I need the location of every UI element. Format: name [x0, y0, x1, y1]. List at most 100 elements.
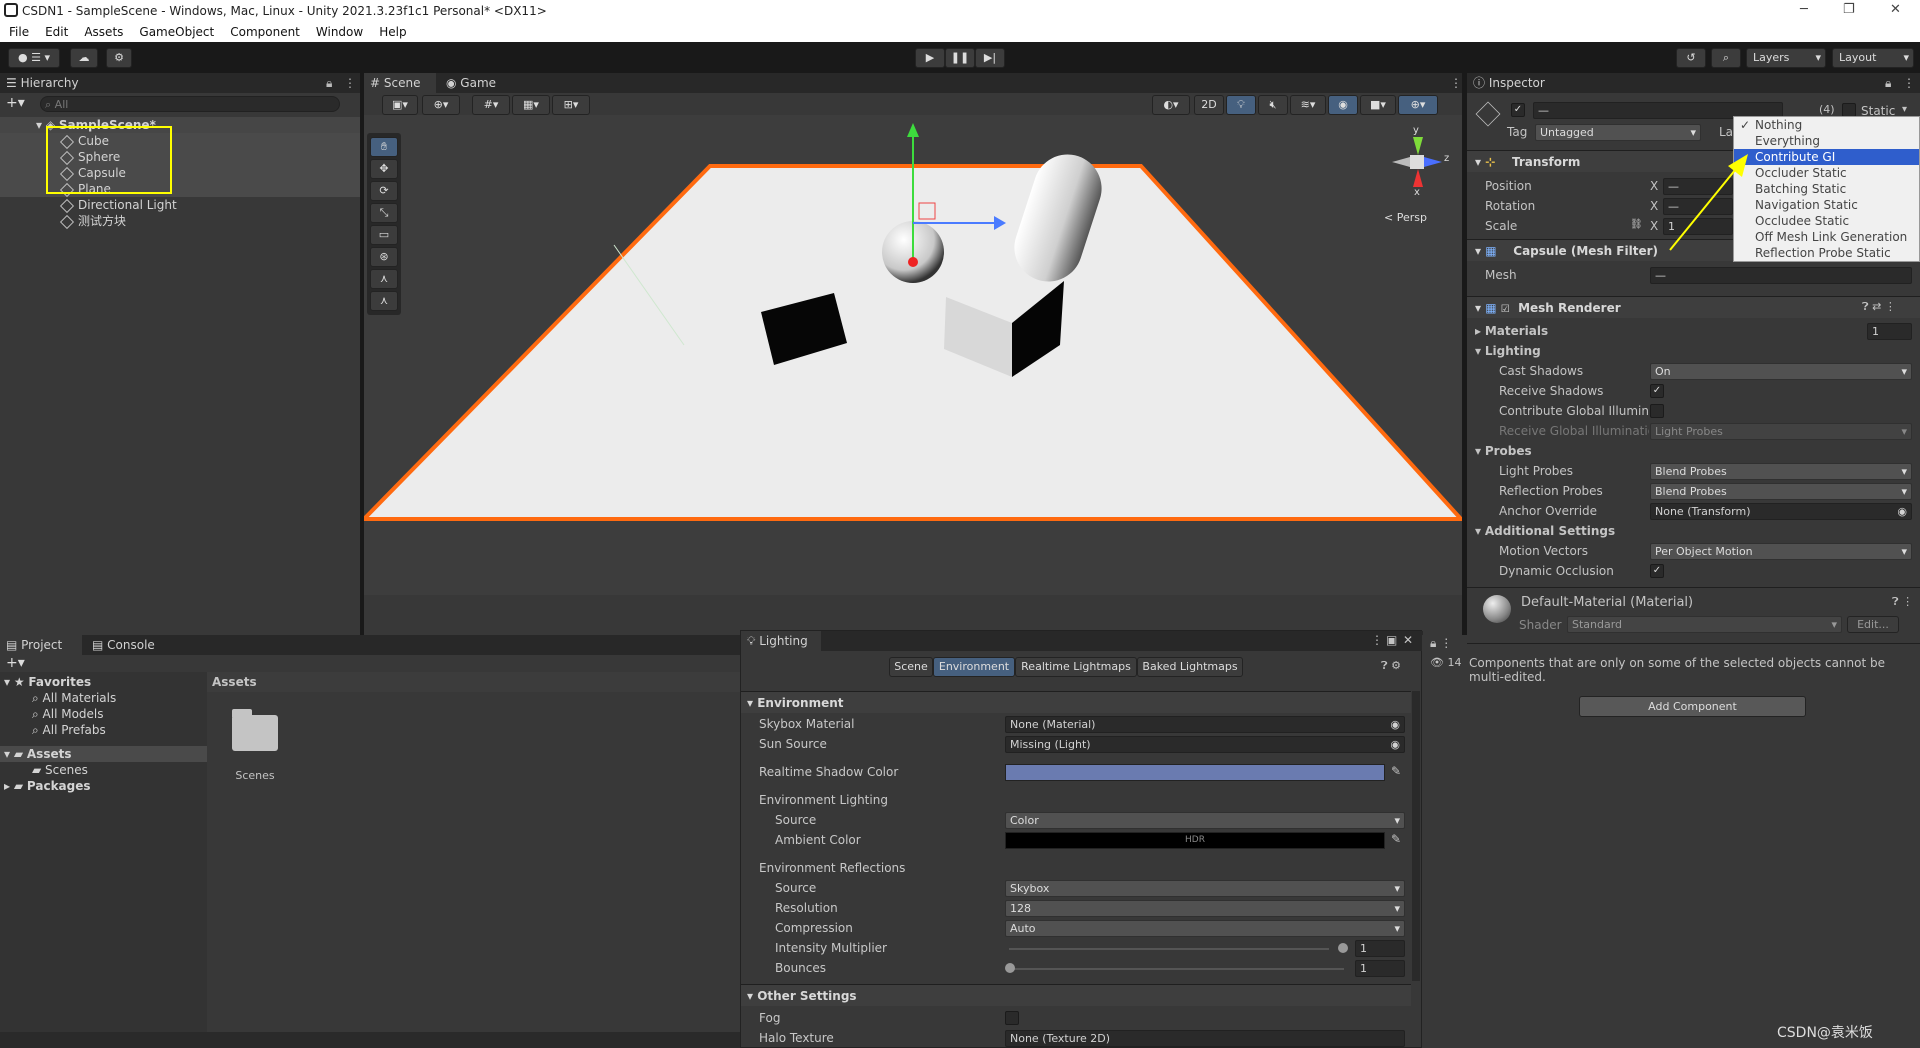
- grid-icon[interactable]: ▦▾: [512, 95, 550, 115]
- edit-shader-button[interactable]: Edit...: [1847, 616, 1899, 633]
- intensity-field[interactable]: 1: [1355, 940, 1405, 957]
- scale-tool-icon[interactable]: ⤡: [370, 203, 398, 223]
- layout-dropdown[interactable]: Layout ▾: [1832, 48, 1914, 68]
- contribute-gi-checkbox[interactable]: [1650, 404, 1664, 418]
- add-icon[interactable]: +▾: [6, 95, 25, 111]
- hier-item-test-cube[interactable]: 测试方块: [0, 213, 360, 229]
- history-icon[interactable]: ↺: [1676, 48, 1706, 68]
- lighting-toggle-icon[interactable]: 💡︎: [1226, 95, 1256, 115]
- lighting-tab-environment[interactable]: Environment: [933, 657, 1015, 677]
- gizmo-toggle-icon[interactable]: ▣▾: [382, 95, 418, 115]
- materials-foldout[interactable]: ▸ Materials: [1475, 321, 1548, 341]
- folder-icon[interactable]: [232, 715, 278, 751]
- additional-settings-foldout[interactable]: ▾ Additional Settings: [1475, 521, 1615, 541]
- fog-checkbox[interactable]: [1005, 1011, 1019, 1025]
- probes-foldout[interactable]: ▾ Probes: [1475, 441, 1532, 461]
- tab-console[interactable]: ▤ Console: [86, 635, 166, 655]
- scene-viewport[interactable]: ✋︎ ✥ ⟳ ⤡ ▭ ⊛ ⋏ ⋏ y z x < Persp: [364, 115, 1462, 595]
- resolution-dropdown[interactable]: 128 ▾: [1005, 900, 1405, 917]
- intensity-slider-track[interactable]: [1009, 948, 1329, 950]
- bounces-slider-thumb[interactable]: [1005, 963, 1015, 973]
- more-icon[interactable]: ⋮: [1371, 633, 1383, 647]
- bounces-field[interactable]: 1: [1355, 960, 1405, 977]
- static-checkbox[interactable]: [1842, 103, 1856, 117]
- shadow-color-swatch[interactable]: [1005, 764, 1385, 781]
- visibility-icon[interactable]: ◉: [1328, 95, 1358, 115]
- step-button[interactable]: ▶|: [975, 48, 1005, 68]
- static-option-everything[interactable]: Everything: [1734, 133, 1919, 149]
- close-icon[interactable]: ✕: [1890, 2, 1901, 17]
- lock-icon[interactable]: 🔒︎: [1885, 76, 1891, 91]
- help-icon[interactable]: ❓︎ ⇄ ⋮: [1862, 300, 1896, 314]
- tag-dropdown[interactable]: Untagged ▾: [1535, 124, 1701, 141]
- static-option-occludee[interactable]: Occludee Static: [1734, 213, 1919, 229]
- static-option-nothing[interactable]: ✓ Nothing: [1734, 117, 1919, 133]
- pause-button[interactable]: ❚❚: [945, 48, 975, 68]
- hand-tool-icon[interactable]: ✋︎: [370, 137, 398, 157]
- account-button[interactable]: ● ☰ ▾: [8, 48, 60, 68]
- shader-dropdown[interactable]: Standard ▾: [1567, 616, 1842, 633]
- lighting-tab-scene[interactable]: Scene: [889, 657, 933, 677]
- audio-toggle-icon[interactable]: 🔇︎: [1258, 95, 1288, 115]
- environment-header[interactable]: ▾ Environment: [741, 691, 1411, 713]
- anchor-override-field[interactable]: None (Transform) ◉: [1650, 503, 1912, 520]
- reflection-probes-dropdown[interactable]: Blend Probes ▾: [1650, 483, 1912, 500]
- cast-shadows-dropdown[interactable]: On ▾: [1650, 363, 1912, 380]
- inspector-tab[interactable]: ⓘ Inspector: [1467, 73, 1920, 93]
- fav-all-prefabs[interactable]: ⌕ All Prefabs: [32, 722, 106, 738]
- packages-folder[interactable]: ▸ ▰ Packages: [4, 778, 91, 794]
- ambient-color-swatch[interactable]: HDR: [1005, 832, 1385, 849]
- static-option-navigation[interactable]: Navigation Static: [1734, 197, 1919, 213]
- effects-icon[interactable]: ≋▾: [1290, 95, 1326, 115]
- lighting-scrollbar[interactable]: [1412, 691, 1420, 981]
- compression-dropdown[interactable]: Auto ▾: [1005, 920, 1405, 937]
- motion-vectors-dropdown[interactable]: Per Object Motion ▾: [1650, 543, 1912, 560]
- eyedropper-icon[interactable]: ✎: [1391, 764, 1401, 778]
- gizmos-icon[interactable]: ⊕▾: [1398, 95, 1438, 115]
- lighting-foldout[interactable]: ▾ Lighting: [1475, 341, 1541, 361]
- close-icon[interactable]: ✕: [1403, 633, 1413, 647]
- static-dropdown-arrow[interactable]: ▾: [1902, 104, 1907, 115]
- lock-icon[interactable]: 🔒︎ ⋮: [1430, 636, 1452, 651]
- persp-label[interactable]: < Persp: [1384, 211, 1427, 224]
- tab-game[interactable]: ◉ Game: [440, 73, 510, 93]
- intensity-slider-thumb[interactable]: [1338, 943, 1348, 953]
- mesh-renderer-header[interactable]: ▾ ▦ ☑ Mesh Renderer: [1467, 296, 1920, 318]
- more-icon[interactable]: ⋮: [1450, 76, 1462, 90]
- help-icon[interactable]: ❓︎ ⚙: [1381, 659, 1401, 673]
- active-checkbox[interactable]: ✓: [1511, 103, 1525, 117]
- folder-label[interactable]: Scenes: [226, 769, 284, 782]
- scenes-folder[interactable]: ▰ Scenes: [32, 762, 88, 778]
- static-option-off-mesh-link[interactable]: Off Mesh Link Generation: [1734, 229, 1919, 245]
- bounces-slider-track[interactable]: [1009, 968, 1344, 970]
- cloud-icon[interactable]: ☁: [70, 48, 98, 68]
- custom-tool-icon[interactable]: ⋏: [370, 269, 398, 289]
- global-toggle-icon[interactable]: ⊕▾: [422, 95, 460, 115]
- orientation-gizmo[interactable]: y z x: [1384, 125, 1456, 205]
- refl-source-dropdown[interactable]: Skybox ▾: [1005, 880, 1405, 897]
- hier-item-directional-light[interactable]: Directional Light: [0, 197, 360, 213]
- lighting-tab-baked[interactable]: Baked Lightmaps: [1137, 657, 1243, 677]
- hierarchy-search-input[interactable]: ⌕ All: [40, 96, 340, 112]
- tab-lighting[interactable]: 💡︎ Lighting: [741, 631, 821, 651]
- mode-2d-button[interactable]: 2D: [1194, 95, 1224, 115]
- layers-dropdown[interactable]: Layers ▾: [1746, 48, 1826, 68]
- add-icon[interactable]: +▾: [6, 655, 25, 671]
- light-probes-dropdown[interactable]: Blend Probes ▾: [1650, 463, 1912, 480]
- fav-all-materials[interactable]: ⌕ All Materials: [32, 690, 116, 706]
- other-settings-header[interactable]: ▾ Other Settings: [741, 984, 1411, 1006]
- search-icon[interactable]: ⌕: [1711, 48, 1741, 68]
- help-icon[interactable]: ❓︎ ⋮: [1892, 595, 1913, 609]
- lighting-tab-realtime[interactable]: Realtime Lightmaps: [1015, 657, 1137, 677]
- rotate-tool-icon[interactable]: ⟳: [370, 181, 398, 201]
- menu-assets[interactable]: Assets: [75, 22, 130, 39]
- favorites-foldout[interactable]: ▾ ★ Favorites: [4, 674, 91, 690]
- eyedropper-icon[interactable]: ✎: [1391, 832, 1401, 846]
- tab-project[interactable]: ▤ Project: [0, 635, 82, 655]
- maximize-icon[interactable]: ▣: [1386, 633, 1397, 647]
- fav-all-models[interactable]: ⌕ All Models: [32, 706, 104, 722]
- materials-count[interactable]: 1: [1867, 323, 1912, 340]
- grid-snap-icon[interactable]: #▾: [472, 95, 510, 115]
- static-option-batching[interactable]: Batching Static: [1734, 181, 1919, 197]
- camera-icon[interactable]: ■▾: [1360, 95, 1396, 115]
